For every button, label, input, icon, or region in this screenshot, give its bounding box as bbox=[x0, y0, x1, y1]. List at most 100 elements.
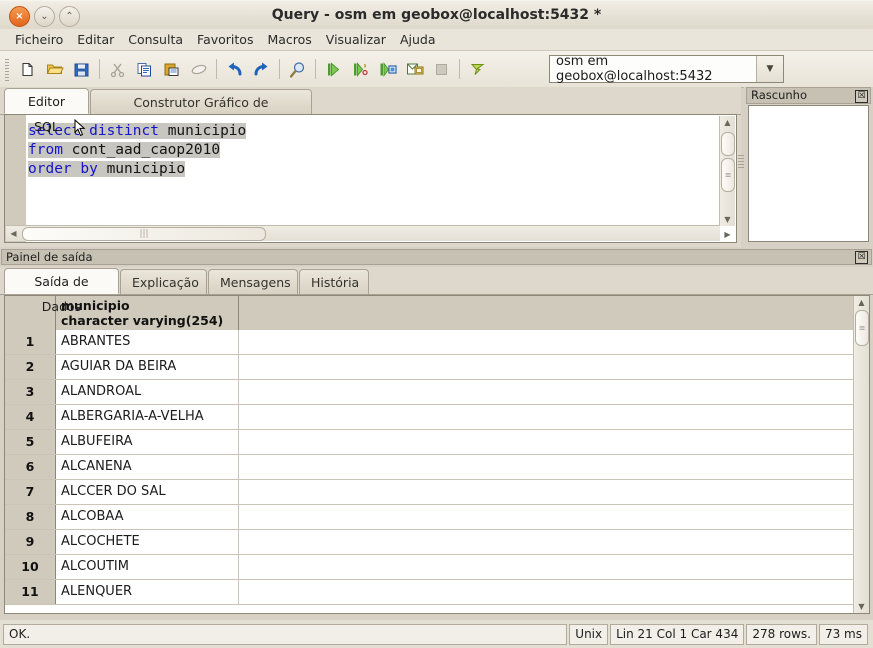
row-number-cell[interactable]: 8 bbox=[5, 505, 56, 529]
menu-item-consulta[interactable]: Consulta bbox=[121, 30, 190, 49]
editor-tabstrip: Editor SQL Construtor Gráfico de Consult… bbox=[0, 87, 741, 135]
row-number-cell[interactable]: 1 bbox=[5, 330, 56, 354]
grid-header-filler bbox=[239, 296, 869, 330]
output-panel: Painel de saída ☒ Saída de Dados Explica… bbox=[0, 249, 873, 618]
connection-selector[interactable]: osm em geobox@localhost:5432 ▼ bbox=[549, 54, 784, 84]
maximize-window-button[interactable]: ⌃ bbox=[59, 6, 80, 27]
tab-saida-de-dados[interactable]: Saída de Dados bbox=[4, 268, 119, 314]
scroll-down-icon[interactable]: ▼ bbox=[720, 213, 735, 226]
minimize-window-button[interactable]: ⌄ bbox=[34, 6, 55, 27]
row-filler-cell bbox=[239, 405, 869, 429]
editor-horizontal-scrollbar[interactable]: ◀ ||| bbox=[6, 225, 720, 241]
editor-vertical-scrollbar[interactable]: ▲ ▼ ≡ bbox=[719, 116, 735, 226]
chevron-down-icon[interactable]: ▼ bbox=[756, 56, 783, 82]
table-row[interactable]: 2 AGUIAR DA BEIRA bbox=[5, 355, 869, 380]
municipio-cell[interactable]: ALANDROAL bbox=[56, 380, 239, 404]
favourites-icon[interactable] bbox=[464, 56, 491, 82]
municipio-cell[interactable]: ALCANENA bbox=[56, 455, 239, 479]
mouse-cursor bbox=[74, 119, 86, 137]
save-file-icon[interactable] bbox=[68, 56, 95, 82]
table-row[interactable]: 10 ALCOUTIM bbox=[5, 555, 869, 580]
close-icon[interactable]: ☒ bbox=[855, 251, 868, 264]
municipio-cell[interactable]: ALCOUTIM bbox=[56, 555, 239, 579]
menu-item-favoritos[interactable]: Favoritos bbox=[190, 30, 260, 49]
scroll-up-icon[interactable]: ▲ bbox=[854, 296, 869, 309]
menu-item-visualizar[interactable]: Visualizar bbox=[319, 30, 393, 49]
menu-item-editar[interactable]: Editar bbox=[70, 30, 121, 49]
table-row[interactable]: 4 ALBERGARIA-A-VELHA bbox=[5, 405, 869, 430]
municipio-cell[interactable]: ALCOCHETE bbox=[56, 530, 239, 554]
editor-scroll-thumb[interactable]: ≡ bbox=[721, 158, 735, 192]
status-row-count: 278 rows. bbox=[746, 623, 817, 645]
table-row[interactable]: 6 ALCANENA bbox=[5, 455, 869, 480]
scroll-thumb-upper[interactable] bbox=[721, 132, 735, 156]
scroll-down-icon[interactable]: ▼ bbox=[854, 600, 869, 613]
new-query-icon[interactable] bbox=[14, 56, 41, 82]
grid-vertical-scrollbar[interactable]: ▲ ▼ ≡ bbox=[853, 296, 869, 613]
table-row[interactable]: 7 ALCCER DO SAL bbox=[5, 480, 869, 505]
row-number-cell[interactable]: 6 bbox=[5, 455, 56, 479]
row-number-cell[interactable]: 7 bbox=[5, 480, 56, 504]
menu-item-ajuda[interactable]: Ajuda bbox=[393, 30, 443, 49]
table-row[interactable]: 11 ALENQUER bbox=[5, 580, 869, 605]
scratchpad-textarea[interactable] bbox=[748, 105, 869, 242]
data-output-grid[interactable]: municipio character varying(254) 1 ABRANT… bbox=[4, 295, 870, 614]
tab-editor-sql[interactable]: Editor SQL bbox=[4, 88, 89, 134]
grid-header-column-type: character varying(254) bbox=[61, 313, 224, 328]
grid-scroll-thumb[interactable]: ≡ bbox=[855, 310, 869, 346]
table-row[interactable]: 3 ALANDROAL bbox=[5, 380, 869, 405]
row-filler-cell bbox=[239, 480, 869, 504]
row-number-cell[interactable]: 5 bbox=[5, 430, 56, 454]
redo-icon[interactable] bbox=[248, 56, 275, 82]
tab-historia[interactable]: História bbox=[299, 269, 369, 294]
undo-icon[interactable] bbox=[221, 56, 248, 82]
tab-explicacao[interactable]: Explicação bbox=[120, 269, 207, 294]
scroll-left-icon[interactable]: ◀ bbox=[6, 226, 21, 241]
copy-icon[interactable] bbox=[131, 56, 158, 82]
grid-header-row: municipio character varying(254) bbox=[5, 296, 869, 331]
close-icon[interactable]: ☒ bbox=[855, 90, 868, 103]
grid-header-municipio[interactable]: municipio character varying(254) bbox=[56, 296, 239, 330]
sql-text-area[interactable]: select distinct municipio from cont_aad_c… bbox=[4, 114, 737, 243]
table-row[interactable]: 8 ALCOBAA bbox=[5, 505, 869, 530]
output-panel-title: Painel de saída bbox=[6, 250, 93, 264]
editor-hscroll-thumb[interactable]: ||| bbox=[22, 227, 266, 241]
row-number-cell[interactable]: 3 bbox=[5, 380, 56, 404]
tab-mensagens[interactable]: Mensagens bbox=[208, 269, 298, 294]
clear-window-icon bbox=[185, 56, 212, 82]
row-number-cell[interactable]: 11 bbox=[5, 580, 56, 604]
table-row[interactable]: 5 ALBUFEIRA bbox=[5, 430, 869, 455]
row-number-cell[interactable]: 10 bbox=[5, 555, 56, 579]
explain-analyze-icon[interactable] bbox=[401, 56, 428, 82]
execute-query-icon[interactable] bbox=[320, 56, 347, 82]
row-number-cell[interactable]: 9 bbox=[5, 530, 56, 554]
row-number-cell[interactable]: 2 bbox=[5, 355, 56, 379]
sql-line: select distinct municipio bbox=[28, 122, 247, 141]
close-window-button[interactable]: × bbox=[9, 6, 30, 27]
connection-value: osm em geobox@localhost:5432 bbox=[556, 54, 713, 84]
row-number-cell[interactable]: 4 bbox=[5, 405, 56, 429]
menubar: Ficheiro Editar Consulta Favoritos Macro… bbox=[0, 29, 873, 51]
municipio-cell[interactable]: ALBERGARIA-A-VELHA bbox=[56, 405, 239, 429]
open-file-icon[interactable] bbox=[41, 56, 68, 82]
municipio-cell[interactable]: ABRANTES bbox=[56, 330, 239, 354]
scroll-up-icon[interactable]: ▲ bbox=[720, 116, 735, 129]
editor-gutter bbox=[5, 115, 27, 242]
municipio-cell[interactable]: ALBUFEIRA bbox=[56, 430, 239, 454]
toolbar-drag-handle[interactable] bbox=[2, 56, 11, 82]
table-row[interactable]: 9 ALCOCHETE bbox=[5, 530, 869, 555]
municipio-cell[interactable]: ALENQUER bbox=[56, 580, 239, 604]
municipio-cell[interactable]: ALCCER DO SAL bbox=[56, 480, 239, 504]
menu-item-macros[interactable]: Macros bbox=[260, 30, 318, 49]
table-row[interactable]: 1 ABRANTES bbox=[5, 330, 869, 355]
scroll-right-icon[interactable]: ▶ bbox=[721, 227, 734, 241]
explain-query-icon[interactable] bbox=[347, 56, 374, 82]
row-filler-cell bbox=[239, 580, 869, 604]
municipio-cell[interactable]: ALCOBAA bbox=[56, 505, 239, 529]
municipio-cell[interactable]: AGUIAR DA BEIRA bbox=[56, 355, 239, 379]
find-replace-icon[interactable] bbox=[284, 56, 311, 82]
execute-to-file-icon[interactable] bbox=[374, 56, 401, 82]
menu-item-ficheiro[interactable]: Ficheiro bbox=[8, 30, 70, 49]
paste-icon[interactable] bbox=[158, 56, 185, 82]
tab-construtor-grafico[interactable]: Construtor Gráfico de Consultas bbox=[90, 89, 312, 135]
